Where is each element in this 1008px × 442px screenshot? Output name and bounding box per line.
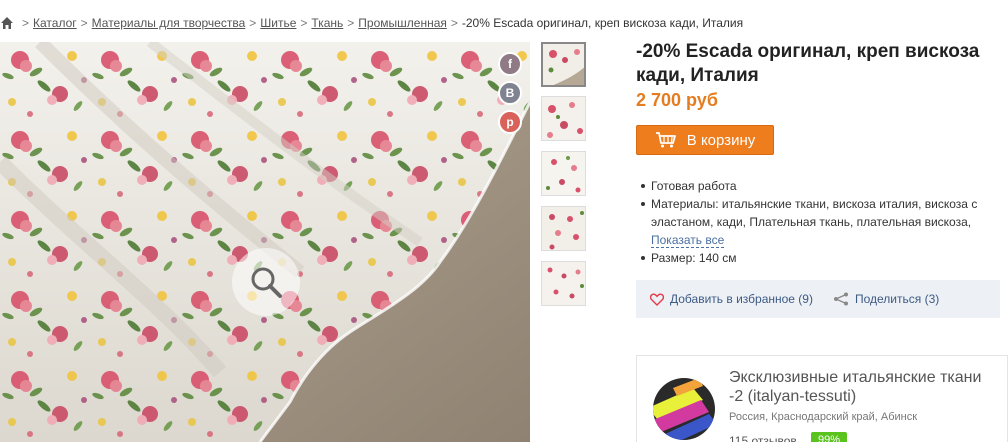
facebook-share-button[interactable]: f (498, 52, 522, 76)
heart-icon (650, 293, 664, 306)
breadcrumb-sewing[interactable]: Шитье (260, 16, 296, 30)
add-to-favorites-label: Добавить в избранное (9) (670, 292, 813, 306)
attribute-materials: Материалы: итальянские ткани, вискоза ит… (640, 195, 1000, 231)
pinterest-icon: p (506, 115, 514, 129)
breadcrumb-current: -20% Escada оригинал, креп вискоза кади,… (461, 16, 744, 30)
share-label: Поделиться (3) (854, 292, 940, 306)
thumbnail-image (542, 207, 585, 250)
seller-name[interactable]: Эксклюзивные итальянские ткани -2 (italy… (729, 368, 999, 406)
share-button[interactable]: Поделиться (3) (833, 292, 939, 306)
product-main-image[interactable] (0, 42, 530, 442)
facebook-icon: f (508, 57, 512, 71)
breadcrumb-craft-materials[interactable]: Материалы для творчества (92, 16, 246, 30)
breadcrumb-separator: > (300, 16, 308, 30)
thumbnail-3[interactable] (541, 151, 586, 196)
vk-icon: B (505, 86, 515, 100)
seller-avatar[interactable] (653, 378, 715, 440)
thumbnail-1[interactable] (541, 42, 586, 87)
breadcrumb-industrial[interactable]: Промышленная (358, 16, 447, 30)
add-to-favorites-button[interactable]: Добавить в избранное (9) (650, 292, 813, 306)
seller-reviews[interactable]: 115 отзывов (729, 434, 797, 442)
product-attributes: Готовая работа Материалы: итальянские тк… (640, 177, 1000, 267)
breadcrumb-separator: > (80, 16, 88, 30)
breadcrumb-catalog[interactable]: Каталог (33, 16, 77, 30)
cart-icon (655, 132, 676, 148)
breadcrumb-separator: > (22, 16, 30, 30)
zoom-icon (251, 267, 282, 298)
breadcrumb-separator: > (249, 16, 257, 30)
pinterest-share-button[interactable]: p (498, 110, 522, 134)
add-to-cart-button[interactable]: В корзину (636, 125, 774, 155)
thumbnail-image (542, 262, 585, 305)
thumbnail-image (542, 97, 585, 140)
seller-rating-badge: 99% (811, 432, 847, 442)
seller-location: Россия, Краснодарский край, Абинск (729, 411, 918, 423)
thumbnail-5[interactable] (541, 261, 586, 306)
product-actions-bar: Добавить в избранное (9) Поделиться (3) (636, 280, 1000, 318)
fabric-photo (0, 42, 530, 442)
seller-avatar-image (653, 378, 715, 440)
share-icon (833, 292, 848, 306)
home-icon[interactable] (0, 16, 14, 30)
attribute-ready-made: Готовая работа (640, 177, 1000, 195)
thumbnail-image (543, 44, 584, 85)
show-all-link[interactable]: Показать все (651, 233, 725, 248)
attribute-size: Размер: 140 см (640, 249, 1000, 267)
zoom-button[interactable] (232, 248, 300, 316)
thumbnail-image (542, 152, 585, 195)
thumbnail-4[interactable] (541, 206, 586, 251)
breadcrumb: > Каталог > Материалы для творчества > Ш… (0, 14, 743, 32)
product-price: 2 700 руб (636, 90, 718, 110)
show-all-row: Показать все (640, 231, 1000, 249)
add-to-cart-label: В корзину (686, 131, 756, 149)
attribute-materials-text: Материалы: итальянские ткани, вискоза ит… (651, 197, 978, 229)
thumbnail-2[interactable] (541, 96, 586, 141)
product-title: -20% Escada оригинал, креп вискоза кади,… (636, 41, 980, 86)
seller-card: Эксклюзивные итальянские ткани -2 (italy… (636, 355, 1008, 442)
breadcrumb-separator: > (450, 16, 458, 30)
vk-share-button[interactable]: B (498, 81, 522, 105)
breadcrumb-fabric[interactable]: Ткань (311, 16, 343, 30)
breadcrumb-separator: > (347, 16, 355, 30)
